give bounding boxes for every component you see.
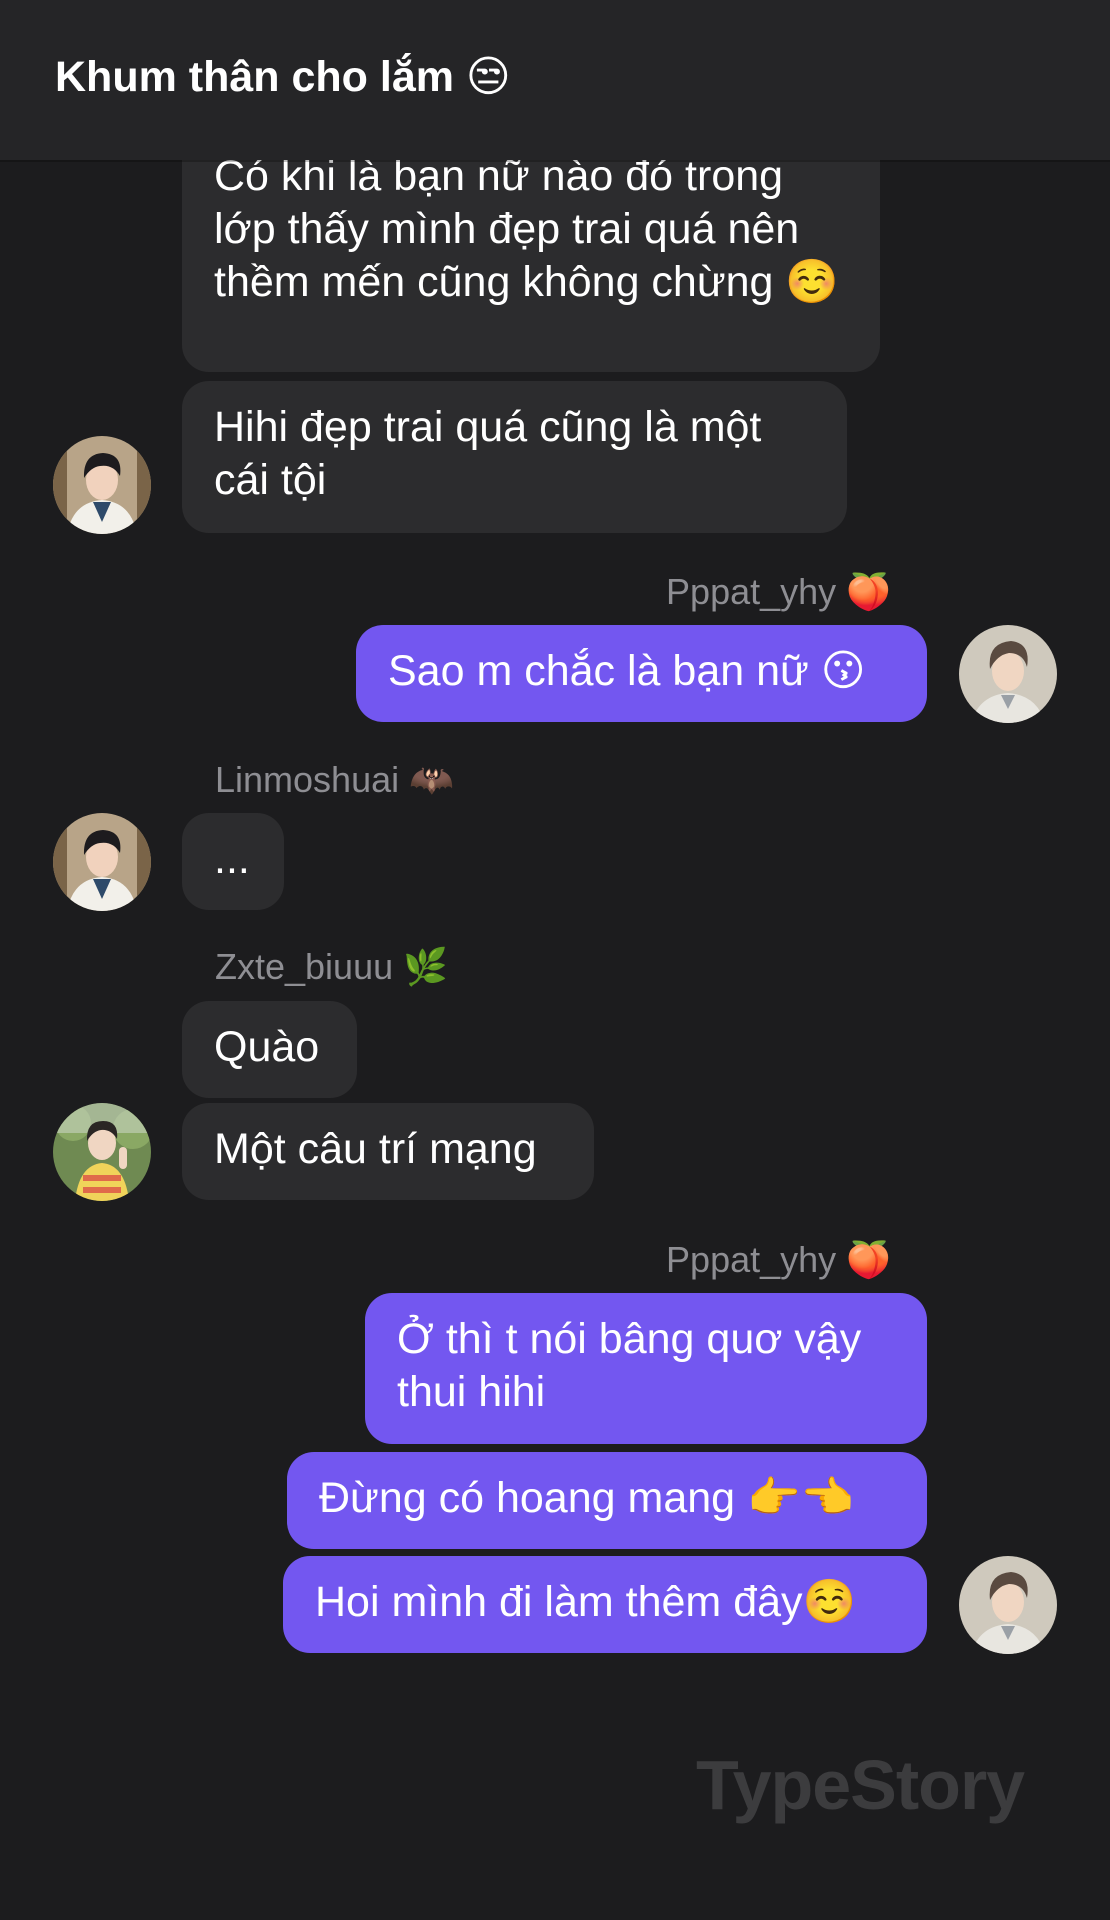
message-text: Ở thì t nói bâng quơ vậy thui hihi: [397, 1315, 862, 1416]
avatar-pppat-yhy[interactable]: [959, 1556, 1057, 1654]
message-bubble[interactable]: Đừng có hoang mang 👉👈: [287, 1452, 927, 1549]
chat-screen: Khum thân cho lắm 😒 Có khi là bạn nữ nào…: [0, 0, 1110, 1920]
avatar-pppat-yhy[interactable]: [959, 625, 1057, 723]
chat-header: Khum thân cho lắm 😒: [0, 0, 1110, 160]
message-bubble[interactable]: Hihi đẹp trai quá cũng là một cái tội: [182, 381, 847, 533]
message-bubble[interactable]: Ở thì t nói bâng quơ vậy thui hihi: [365, 1293, 927, 1444]
avatar-linmoshuai[interactable]: [53, 436, 151, 534]
message-text: Hihi đẹp trai quá cũng là một cái tội: [214, 403, 762, 504]
message-bubble[interactable]: Sao m chắc là bạn nữ 😗: [356, 625, 927, 722]
message-text: Một câu trí mạng: [214, 1125, 537, 1173]
message-text: Sao m chắc là bạn nữ 😗: [388, 647, 866, 695]
message-text: Hoi mình đi làm thêm đây☺️: [315, 1578, 857, 1626]
watermark: TypeStory: [696, 1746, 1025, 1824]
avatar-zxte-biuuu[interactable]: [53, 1103, 151, 1201]
message-text: Đừng có hoang mang 👉👈: [319, 1474, 855, 1522]
sender-name: Zxte_biuuu 🌿: [215, 946, 448, 987]
sender-name: Linmoshuai 🦇: [215, 759, 454, 800]
sender-name: Pppat_yhy 🍑: [666, 1239, 891, 1280]
message-bubble[interactable]: Một câu trí mạng: [182, 1103, 594, 1200]
message-bubble[interactable]: Quào: [182, 1001, 357, 1098]
message-text: Có khi là bạn nữ nào đó trong lớp thấy m…: [214, 152, 839, 306]
message-bubble[interactable]: Hoi mình đi làm thêm đây☺️: [283, 1556, 927, 1653]
chat-title[interactable]: Khum thân cho lắm 😒: [55, 52, 511, 102]
sender-name: Pppat_yhy 🍑: [666, 571, 891, 612]
message-text: ...: [214, 835, 250, 883]
message-text: Quào: [214, 1023, 320, 1071]
avatar-linmoshuai[interactable]: [53, 813, 151, 911]
message-bubble[interactable]: ...: [182, 813, 284, 910]
